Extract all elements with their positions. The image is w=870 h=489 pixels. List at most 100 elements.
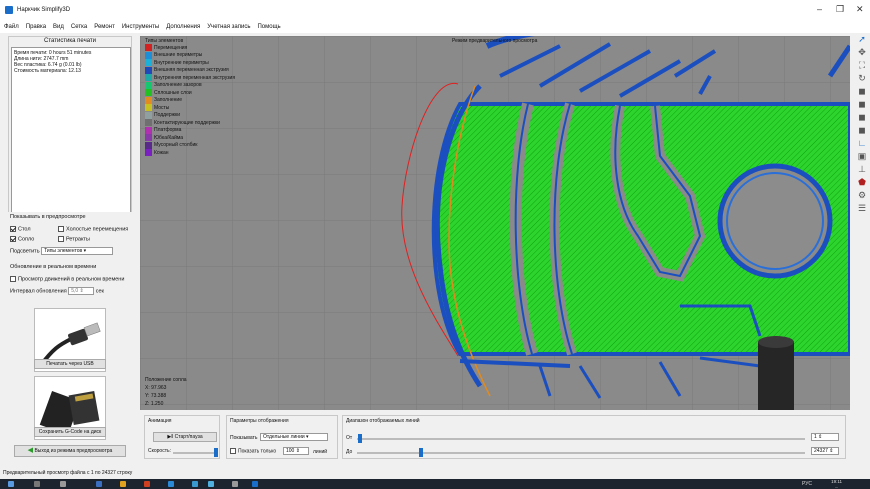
range-to-track[interactable] xyxy=(357,452,805,454)
nozzle-x: X: 97.963 xyxy=(145,385,167,391)
highlight-label: Подсветить xyxy=(10,248,40,255)
speed-label: Скорость: xyxy=(148,448,171,454)
menu-edit[interactable]: Правка xyxy=(26,24,46,30)
range-from-thumb[interactable] xyxy=(358,434,362,443)
move-tool-icon[interactable]: ✥ xyxy=(857,47,867,57)
animation-title: Анимация xyxy=(148,418,172,424)
zoom-fit-icon[interactable]: ⛶ xyxy=(857,60,867,70)
range-from-input[interactable]: 1 ⇕ xyxy=(811,433,839,441)
range-to-thumb[interactable] xyxy=(419,448,423,457)
simplify3d-taskbar-icon[interactable] xyxy=(252,481,258,487)
legend-item: Сплошные слои xyxy=(145,89,235,97)
interval-unit: сек xyxy=(95,288,104,295)
taskbar: РУС 19:11... xyxy=(0,479,870,489)
language-indicator[interactable]: РУС xyxy=(802,481,812,487)
search-icon[interactable] xyxy=(34,481,40,487)
legend-item: Заполнение зазоров xyxy=(145,81,235,90)
app-icon-3[interactable] xyxy=(192,481,198,487)
legend-item: Кожан xyxy=(145,149,235,157)
show-only-unit: линий xyxy=(313,449,328,455)
retracts-checkbox[interactable] xyxy=(58,236,64,242)
task-view-icon[interactable] xyxy=(60,481,66,487)
range-to-input[interactable]: 24327 ⇕ xyxy=(811,447,839,455)
legend-item: Внутренние периметры xyxy=(145,59,235,67)
realtime-group: Обновление в реальном времени Просмотр д… xyxy=(8,262,132,302)
preview-title: Показывать в предпросмотре xyxy=(10,214,86,220)
menu-bar: Файл Правка Вид Сетка Ремонт Инструменты… xyxy=(0,20,870,33)
show-only-checkbox[interactable] xyxy=(230,448,236,454)
nozzle-position-title: Положение сопла xyxy=(145,377,187,383)
preview-group: Показывать в предпросмотре Стол Холостые… xyxy=(8,212,132,262)
legend-item: Платформа xyxy=(145,126,235,135)
menu-view[interactable]: Вид xyxy=(53,24,64,30)
view-top-icon[interactable]: ◼ xyxy=(857,99,867,109)
highlight-select[interactable]: Типы элементов ▾ xyxy=(41,247,114,255)
show-label: Показывать xyxy=(230,435,258,441)
legend-item: Мусорный столбик xyxy=(145,141,235,150)
interval-input[interactable]: 5,0 ⇕ xyxy=(68,287,95,295)
stats-title: Статистика печати xyxy=(44,38,96,44)
usb-print-button[interactable]: Печатать через USB xyxy=(34,359,106,369)
app-icon-5[interactable] xyxy=(232,481,238,487)
range-to-label: До xyxy=(346,449,353,455)
speed-slider-track[interactable] xyxy=(173,452,217,454)
table-label: Стол xyxy=(18,226,31,233)
app-icon-4[interactable] xyxy=(208,481,214,487)
minimize-button[interactable]: – xyxy=(817,4,822,14)
table-checkbox[interactable] xyxy=(10,226,16,232)
nozzle-label: Сопло xyxy=(18,236,35,243)
menu-tools[interactable]: Инструменты xyxy=(122,24,159,30)
view-front-icon[interactable]: ◼ xyxy=(857,86,867,96)
legend-item: Внутренняя переменная экструзия xyxy=(145,74,235,82)
bottom-controls: Анимация ▶‖ Старт/пауза Скорость: Параме… xyxy=(140,412,850,462)
nozzle-position: Положение сопла X: 97.963 Y: 73.388 Z: 1… xyxy=(145,376,187,408)
gear-icon[interactable]: ⚙ xyxy=(857,190,867,200)
realtime-view-checkbox[interactable] xyxy=(10,276,16,282)
select-tool-icon[interactable]: ➚ xyxy=(857,34,867,44)
menu-help[interactable]: Помощь xyxy=(257,24,280,30)
legend-item: Юбка/Кайма xyxy=(145,134,235,142)
speed-slider-thumb[interactable] xyxy=(214,448,218,457)
view-right-icon[interactable]: ◼ xyxy=(857,125,867,135)
cube-view-icon[interactable]: ▣ xyxy=(857,151,867,161)
cross-section-icon[interactable]: ⊥ xyxy=(857,164,867,174)
maximize-button[interactable]: ❐ xyxy=(836,4,844,15)
app-icon-1[interactable] xyxy=(96,481,102,487)
interval-label: Интервал обновления xyxy=(10,288,67,295)
realtime-view-label: Просмотр движений в реальном времени xyxy=(18,276,125,283)
shield-icon[interactable]: ⬟ xyxy=(857,177,867,187)
app-icon xyxy=(5,6,13,14)
menu-account[interactable]: Учетная запись xyxy=(207,24,250,30)
app-icon-2[interactable] xyxy=(168,481,174,487)
show-only-input[interactable]: 100 ⇕ xyxy=(283,447,309,455)
menu-repair[interactable]: Ремонт xyxy=(94,24,115,30)
legend-item: Внешние периметры xyxy=(145,51,235,60)
legend-item: Поддержки xyxy=(145,111,235,120)
close-button[interactable]: ✕ xyxy=(856,4,864,15)
stats-material-cost: Стоимость материала: 12.13 xyxy=(14,68,81,74)
exit-preview-button[interactable]: ◀ Выход из режима предпросмотра xyxy=(14,445,126,457)
explorer-icon[interactable] xyxy=(120,481,126,487)
clock[interactable]: 19:11... xyxy=(831,479,842,489)
preview-viewport[interactable]: Типы элементов Перемещения Внешние перим… xyxy=(140,36,850,410)
range-from-track[interactable] xyxy=(357,438,805,440)
legend-item: Заполнение xyxy=(145,96,235,105)
rotate-tool-icon[interactable]: ↻ xyxy=(857,73,867,83)
browser-icon[interactable] xyxy=(144,481,150,487)
start-icon[interactable] xyxy=(8,481,14,487)
window-title: Наркчик Simplify3D xyxy=(17,7,71,13)
save-gcode-button[interactable]: Сохранить G-Code на диск xyxy=(34,427,106,437)
right-toolbar: ➚ ✥ ⛶ ↻ ◼ ◼ ◼ ◼ ∟ ▣ ⊥ ⬟ ⚙ ☰ xyxy=(855,32,869,262)
menu-addons[interactable]: Дополнения xyxy=(166,24,200,30)
view-left-icon[interactable]: ◼ xyxy=(857,112,867,122)
layers-icon[interactable]: ☰ xyxy=(857,203,867,213)
status-bar: Предварительный просмотр файла с 1 по 24… xyxy=(0,467,870,479)
play-pause-button[interactable]: ▶‖ Старт/пауза xyxy=(153,432,217,442)
nozzle-y: Y: 73.388 xyxy=(145,393,167,399)
show-select[interactable]: Отдельные линии ▾ xyxy=(260,433,328,441)
axes-icon[interactable]: ∟ xyxy=(857,138,867,148)
idle-moves-checkbox[interactable] xyxy=(58,226,64,232)
menu-mesh[interactable]: Сетка xyxy=(71,24,87,30)
menu-file[interactable]: Файл xyxy=(4,24,19,30)
nozzle-checkbox[interactable] xyxy=(10,236,16,242)
